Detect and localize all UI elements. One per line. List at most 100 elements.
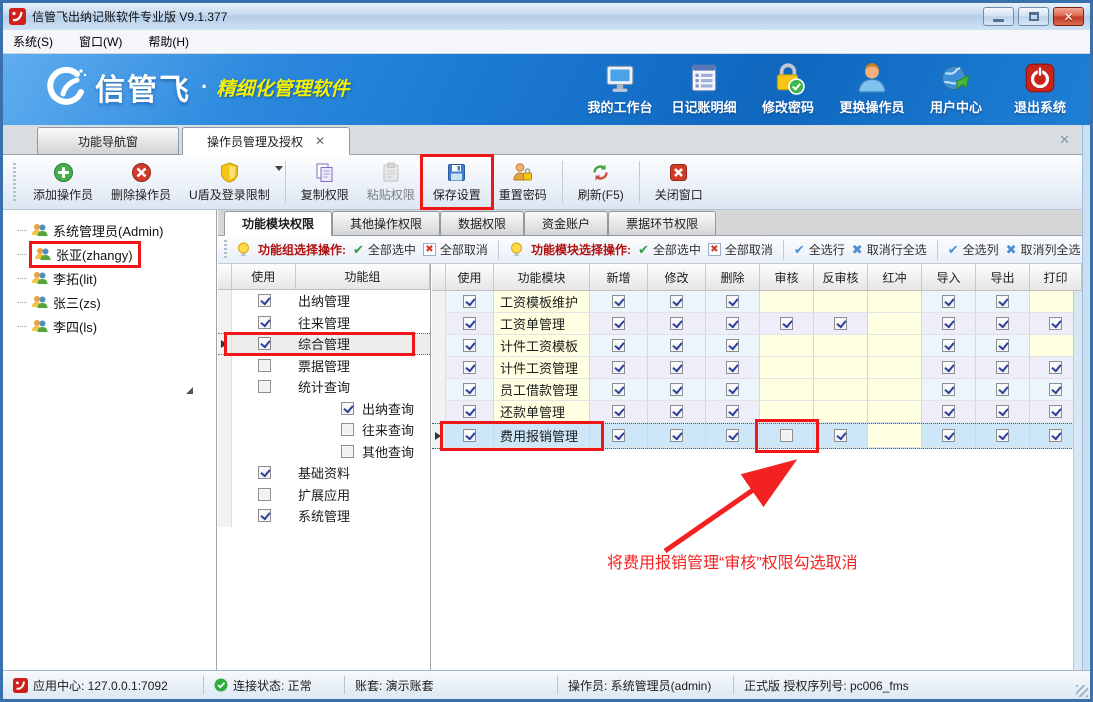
checkbox[interactable]: [341, 402, 354, 415]
checkbox[interactable]: [463, 361, 476, 374]
checkbox[interactable]: [726, 361, 739, 374]
maximize-button[interactable]: [1018, 7, 1049, 26]
checkbox[interactable]: [1049, 383, 1062, 396]
operator-item-ls[interactable]: 李四(ls): [3, 314, 216, 338]
checkbox[interactable]: [670, 383, 683, 396]
tab-module-permissions[interactable]: 功能模块权限: [224, 211, 332, 236]
checkbox[interactable]: [1049, 317, 1062, 330]
checkbox[interactable]: [341, 423, 354, 436]
perm-cell[interactable]: [706, 379, 760, 401]
ukey-login-limit-button[interactable]: U盾及登录限制: [180, 158, 279, 206]
perm-cell[interactable]: [590, 313, 648, 335]
tab-fund-accounts[interactable]: 资金账户: [524, 211, 608, 236]
tree-row[interactable]: 扩展应用: [218, 484, 430, 506]
checkbox[interactable]: [612, 317, 625, 330]
tree-row[interactable]: 往来管理: [218, 312, 430, 334]
checkbox[interactable]: [612, 339, 625, 352]
checkbox[interactable]: [942, 339, 955, 352]
checkbox[interactable]: [258, 316, 271, 329]
checkbox[interactable]: [996, 295, 1009, 308]
tab-other-operation-permissions[interactable]: 其他操作权限: [332, 211, 440, 236]
tree-row[interactable]: 票据管理: [218, 355, 430, 377]
perm-cell[interactable]: [648, 424, 706, 448]
menu-help[interactable]: 帮助(H): [148, 33, 189, 50]
menu-window[interactable]: 窗口(W): [79, 33, 122, 50]
tabstrip-close-icon[interactable]: ✕: [1059, 132, 1070, 148]
tree-row[interactable]: 综合管理: [218, 333, 430, 355]
tab-function-navigator[interactable]: 功能导航窗: [37, 127, 179, 155]
expand-icon[interactable]: [186, 387, 193, 394]
tab-operator-management[interactable]: 操作员管理及授权✕: [182, 127, 350, 155]
checkbox[interactable]: [258, 337, 271, 350]
perm-cell[interactable]: [590, 424, 648, 448]
module-select-all-button[interactable]: ✔全部选中: [638, 241, 701, 258]
perm-cell[interactable]: [760, 313, 814, 335]
tab-data-permissions[interactable]: 数据权限: [440, 211, 524, 236]
perm-cell[interactable]: [706, 291, 760, 313]
table-row[interactable]: 计件工资管理: [432, 357, 1082, 379]
checkbox[interactable]: [612, 383, 625, 396]
reset-password-button[interactable]: 重置密码: [490, 158, 556, 206]
perm-cell[interactable]: [648, 291, 706, 313]
close-window-button[interactable]: 关闭窗口: [646, 158, 712, 206]
checkbox[interactable]: [463, 339, 476, 352]
toolbar-grip[interactable]: [13, 163, 16, 201]
checkbox[interactable]: [726, 317, 739, 330]
checkbox[interactable]: [670, 317, 683, 330]
checkbox[interactable]: [996, 317, 1009, 330]
checkbox[interactable]: [726, 383, 739, 396]
checkbox[interactable]: [726, 405, 739, 418]
checkbox[interactable]: [942, 405, 955, 418]
checkbox[interactable]: [612, 361, 625, 374]
workbench-button[interactable]: 我的工作台: [578, 58, 662, 122]
perm-cell[interactable]: [976, 379, 1030, 401]
checkbox[interactable]: [258, 359, 271, 372]
cancel-row-button[interactable]: ✖取消行全选: [852, 241, 927, 258]
tree-row[interactable]: 基础资料: [218, 462, 430, 484]
checkbox[interactable]: [258, 294, 271, 307]
checkbox[interactable]: [996, 361, 1009, 374]
checkbox[interactable]: [726, 339, 739, 352]
checkbox[interactable]: [942, 317, 955, 330]
perm-cell[interactable]: [814, 424, 868, 448]
checkbox[interactable]: [612, 405, 625, 418]
minimize-button[interactable]: [983, 7, 1014, 26]
checkbox[interactable]: [996, 405, 1009, 418]
perm-cell[interactable]: [648, 379, 706, 401]
perm-cell[interactable]: [590, 401, 648, 423]
select-column-button[interactable]: ✔全选列: [948, 241, 999, 258]
checkbox[interactable]: [463, 295, 476, 308]
perm-cell[interactable]: [706, 335, 760, 357]
perm-cell[interactable]: [590, 291, 648, 313]
checkbox[interactable]: [341, 445, 354, 458]
perm-cell[interactable]: [706, 357, 760, 379]
perm-cell[interactable]: [976, 401, 1030, 423]
close-button[interactable]: ✕: [1053, 7, 1084, 26]
operator-item-zhangy[interactable]: 张亚(zhangy): [3, 242, 216, 266]
checkbox[interactable]: [1049, 429, 1062, 442]
perm-cell[interactable]: [648, 313, 706, 335]
delete-operator-button[interactable]: 删除操作员: [102, 158, 180, 206]
perm-cell[interactable]: [706, 401, 760, 423]
resize-grip[interactable]: [1076, 685, 1088, 697]
toolbar-grip[interactable]: [224, 240, 227, 260]
select-row-button[interactable]: ✔全选行: [794, 241, 845, 258]
perm-cell[interactable]: [976, 313, 1030, 335]
copy-permission-button[interactable]: 复制权限: [292, 158, 358, 206]
checkbox[interactable]: [258, 466, 271, 479]
table-row[interactable]: 还款单管理: [432, 401, 1082, 423]
journal-button[interactable]: 日记账明细: [662, 58, 746, 122]
vertical-scrollbar[interactable]: [1073, 291, 1082, 670]
close-tab-icon[interactable]: ✕: [315, 134, 325, 148]
checkbox[interactable]: [670, 295, 683, 308]
menu-system[interactable]: 系统(S): [13, 33, 53, 50]
tab-bill-stage-permissions[interactable]: 票据环节权限: [608, 211, 716, 236]
tree-row[interactable]: 出纳查询: [218, 398, 430, 420]
paste-permission-button[interactable]: 粘贴权限: [358, 158, 424, 206]
checkbox[interactable]: [780, 429, 793, 442]
user-center-button[interactable]: 用户中心: [914, 58, 998, 122]
save-settings-button[interactable]: 保存设置: [424, 158, 490, 206]
perm-cell[interactable]: [590, 379, 648, 401]
perm-cell[interactable]: [922, 357, 976, 379]
perm-cell[interactable]: [648, 335, 706, 357]
